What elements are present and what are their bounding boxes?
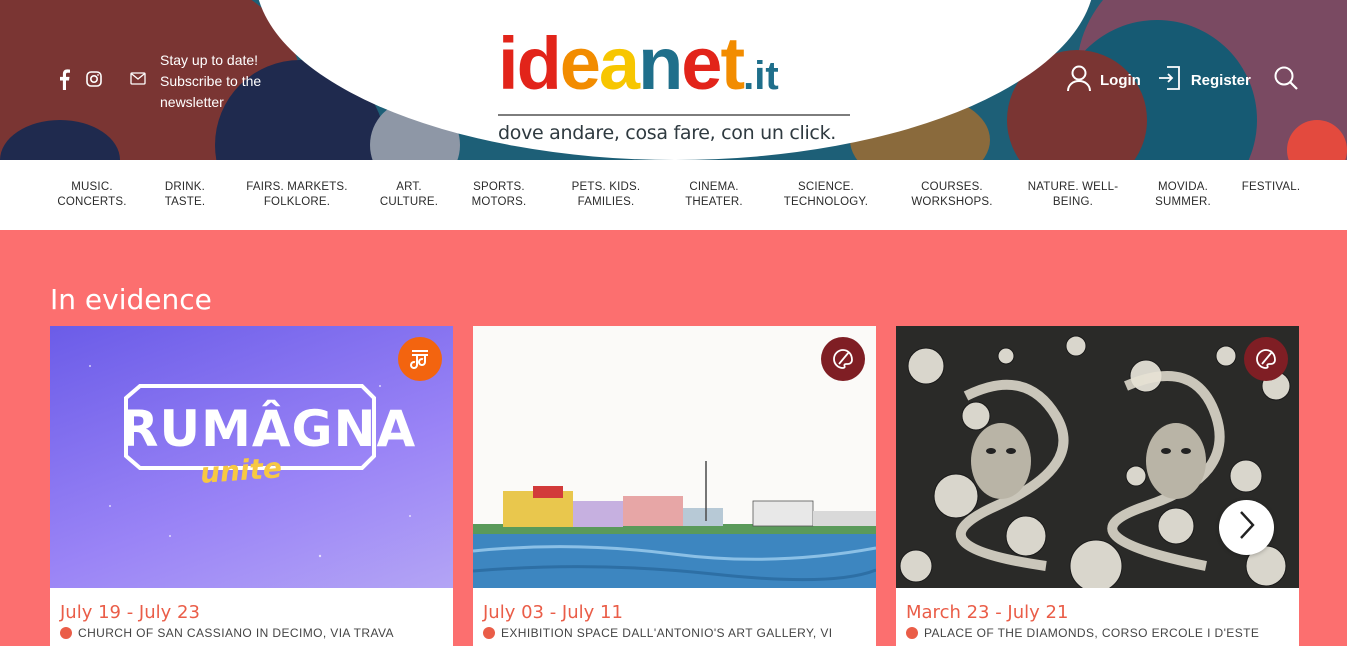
nav-category[interactable]: CINEMA. THEATER. bbox=[685, 180, 743, 210]
nav-category-line: WORKSHOPS. bbox=[911, 196, 993, 208]
logo-suffix: .it bbox=[743, 54, 779, 98]
logo-divider bbox=[498, 114, 850, 116]
nav-category-line: CONCERTS. bbox=[57, 196, 127, 208]
user-icon bbox=[1066, 64, 1092, 96]
logo-letter: n bbox=[638, 22, 683, 105]
section-title: In evidence bbox=[50, 283, 212, 316]
event-date: July 03 - July 11 bbox=[483, 602, 623, 623]
logo-letter: i bbox=[498, 22, 519, 105]
social-links bbox=[56, 68, 102, 90]
site-logo[interactable]: ideanet.it dove andare, cosa fare, con u… bbox=[498, 22, 850, 144]
nav-category-line: SPORTS. bbox=[473, 181, 525, 193]
chevron-right-icon bbox=[1238, 510, 1256, 545]
event-location-text: CHURCH OF SAN CASSIANO IN DECIMO, VIA TR… bbox=[78, 626, 394, 640]
nav-category[interactable]: MUSIC. CONCERTS. bbox=[57, 180, 126, 210]
nav-category-line: COURSES. bbox=[921, 181, 983, 193]
nav-category[interactable]: NATURE. WELL- BEING. bbox=[1028, 180, 1119, 210]
carousel-next-button[interactable] bbox=[1219, 500, 1274, 555]
event-image bbox=[473, 326, 876, 588]
logo-wordmark: ideanet.it bbox=[498, 22, 850, 110]
nav-category[interactable]: SCIENCE. TECHNOLOGY. bbox=[784, 180, 868, 210]
login-label: Login bbox=[1100, 71, 1141, 89]
nav-category-line: SUMMER. bbox=[1155, 196, 1211, 208]
mail-icon bbox=[130, 72, 146, 113]
nav-category-line: TASTE. bbox=[164, 196, 206, 208]
sign-in-icon bbox=[1157, 65, 1183, 95]
nav-category[interactable]: PETS. KIDS. FAMILIES. bbox=[572, 180, 641, 210]
event-location-text: PALACE OF THE DIAMONDS, CORSO ERCOLE I D… bbox=[924, 626, 1260, 640]
nav-category-line: MOTORS. bbox=[471, 196, 527, 208]
nav-category-line: FAIRS. MARKETS. bbox=[246, 181, 348, 193]
facebook-icon[interactable] bbox=[56, 68, 72, 90]
nav-category-line: SCIENCE. bbox=[798, 181, 854, 193]
nav-category[interactable]: FAIRS. MARKETS. FOLKLORE. bbox=[246, 180, 347, 210]
nav-category[interactable]: COURSES. WORKSHOPS. bbox=[911, 180, 992, 210]
search-icon[interactable] bbox=[1273, 65, 1299, 96]
music-note-icon bbox=[398, 337, 442, 381]
palette-icon bbox=[821, 337, 865, 381]
event-date: March 23 - July 21 bbox=[906, 602, 1069, 623]
event-location-text: EXHIBITION SPACE DALL'ANTONIO'S ART GALL… bbox=[501, 626, 833, 640]
nav-category[interactable]: FESTIVAL. bbox=[1242, 180, 1300, 195]
newsletter-text: Stay up to date! Subscribe to the newsle… bbox=[160, 52, 262, 110]
category-nav: MUSIC. CONCERTS. DRINK. TASTE. FAIRS. MARKET… bbox=[0, 160, 1347, 230]
logo-letter: d bbox=[516, 22, 562, 105]
nav-category[interactable]: DRINK. TASTE. bbox=[165, 180, 206, 210]
register-link[interactable]: Register bbox=[1157, 65, 1251, 95]
palette-icon bbox=[1244, 337, 1288, 381]
logo-letter: e bbox=[681, 22, 722, 105]
newsletter-link[interactable]: Stay up to date! Subscribe to the newsle… bbox=[130, 50, 280, 113]
event-card[interactable]: July 03 - July 11 EXHIBITION SPACE DALL'… bbox=[473, 326, 876, 646]
location-pin-icon bbox=[906, 627, 918, 639]
account-bar: Login Register bbox=[1066, 64, 1299, 96]
nav-category-line: PETS. KIDS. bbox=[571, 181, 641, 193]
logo-letter: e bbox=[559, 22, 601, 105]
nav-category-line: TECHNOLOGY. bbox=[783, 196, 869, 208]
event-location: EXHIBITION SPACE DALL'ANTONIO'S ART GALL… bbox=[483, 626, 873, 640]
image-subtitle: unite bbox=[198, 451, 283, 490]
logo-tagline: dove andare, cosa fare, con un click. bbox=[498, 122, 837, 144]
event-card[interactable]: RUMÂGNA unite July 19 - July 23 CHURCH O… bbox=[50, 326, 453, 646]
event-image: RUMÂGNA unite bbox=[50, 326, 453, 588]
nav-category-line: FESTIVAL. bbox=[1241, 181, 1301, 193]
event-date: July 19 - July 23 bbox=[60, 602, 200, 623]
nav-category-line: BEING. bbox=[1052, 196, 1094, 208]
nav-category-line: MOVIDA. bbox=[1158, 181, 1208, 193]
nav-category[interactable]: ART. CULTURE. bbox=[380, 180, 438, 210]
nav-category-line: CINEMA. bbox=[689, 181, 739, 193]
event-location: PALACE OF THE DIAMONDS, CORSO ERCOLE I D… bbox=[906, 626, 1296, 640]
image-title: RUMÂGNA bbox=[120, 400, 417, 458]
logo-letter: a bbox=[598, 22, 640, 105]
nav-category-line: FOLKLORE. bbox=[263, 196, 331, 208]
event-location: CHURCH OF SAN CASSIANO IN DECIMO, VIA TR… bbox=[60, 626, 450, 640]
nav-category[interactable]: SPORTS. MOTORS. bbox=[472, 180, 527, 210]
logo-letter: t bbox=[720, 22, 745, 105]
location-pin-icon bbox=[60, 627, 72, 639]
instagram-icon[interactable] bbox=[86, 68, 102, 90]
nav-category[interactable]: MOVIDA. SUMMER. bbox=[1155, 180, 1211, 210]
nav-category-line: CULTURE. bbox=[379, 196, 439, 208]
event-card[interactable]: March 23 - July 21 PALACE OF THE DIAMOND… bbox=[896, 326, 1299, 646]
site-header: Stay up to date! Subscribe to the newsle… bbox=[0, 0, 1347, 160]
nav-category-line: THEATER. bbox=[685, 196, 743, 208]
nav-category-line: ART. bbox=[396, 181, 422, 193]
register-label: Register bbox=[1190, 71, 1251, 89]
location-pin-icon bbox=[483, 627, 495, 639]
nav-category-line: FAMILIES. bbox=[577, 196, 635, 208]
nav-category-line: MUSIC. bbox=[71, 181, 113, 193]
nav-category-line: DRINK. bbox=[164, 181, 206, 193]
login-link[interactable]: Login bbox=[1066, 64, 1141, 96]
nav-category-line: NATURE. WELL- bbox=[1027, 181, 1119, 193]
